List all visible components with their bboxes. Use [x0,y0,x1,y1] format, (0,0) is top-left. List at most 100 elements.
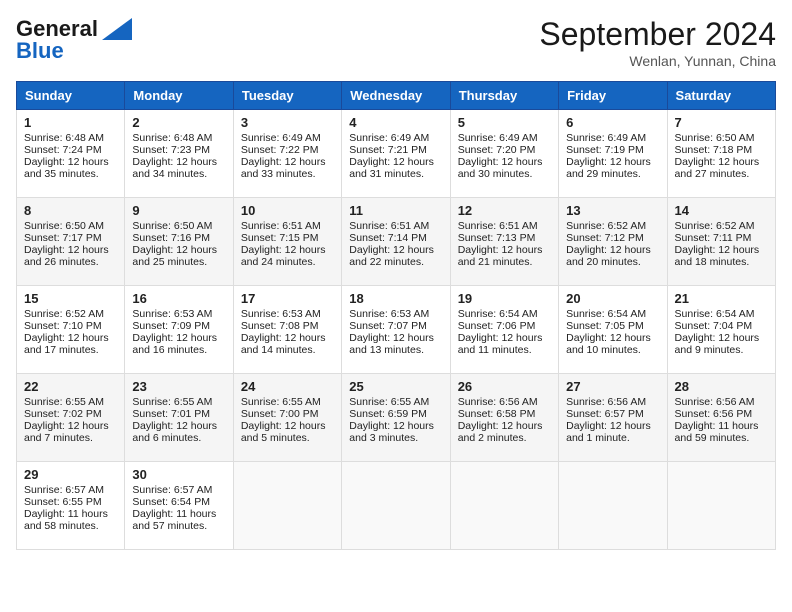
day-number: 9 [132,203,225,218]
day-info: Sunrise: 6:51 AM [241,220,334,232]
logo-icon [102,18,132,40]
day-info: Daylight: 12 hours and 20 minutes. [566,244,659,268]
day-info: Sunset: 7:01 PM [132,408,225,420]
day-info: Sunrise: 6:55 AM [132,396,225,408]
calendar-cell: 19Sunrise: 6:54 AMSunset: 7:06 PMDayligh… [450,286,558,374]
calendar-week-4: 22Sunrise: 6:55 AMSunset: 7:02 PMDayligh… [17,374,776,462]
calendar-cell: 1 Sunrise: 6:48 AMSunset: 7:24 PMDaylight… [17,110,125,198]
day-number: 25 [349,379,442,394]
page-header: General Blue September 2024 Wenlan, Yunn… [16,16,776,69]
day-number: 8 [24,203,117,218]
calendar-cell: 17Sunrise: 6:53 AMSunset: 7:08 PMDayligh… [233,286,341,374]
day-info: Sunrise: 6:53 AM [132,308,225,320]
day-info: Sunrise: 6:50 AM [132,220,225,232]
day-info: Sunrise: 6:49 AM [349,132,442,144]
day-info: Daylight: 12 hours and 17 minutes. [24,332,117,356]
calendar-week-3: 15Sunrise: 6:52 AMSunset: 7:10 PMDayligh… [17,286,776,374]
day-info: Sunrise: 6:57 AM [132,484,225,496]
day-info: Sunset: 7:15 PM [241,232,334,244]
calendar-cell: 14Sunrise: 6:52 AMSunset: 7:11 PMDayligh… [667,198,775,286]
calendar-cell: 22Sunrise: 6:55 AMSunset: 7:02 PMDayligh… [17,374,125,462]
day-number: 30 [132,467,225,482]
day-info: Daylight: 12 hours and 14 minutes. [241,332,334,356]
day-info: Sunrise: 6:56 AM [675,396,768,408]
day-info: Sunrise: 6:51 AM [458,220,551,232]
day-number: 3 [241,115,334,130]
calendar-cell: 13Sunrise: 6:52 AMSunset: 7:12 PMDayligh… [559,198,667,286]
day-info: Sunset: 7:21 PM [349,144,442,156]
location: Wenlan, Yunnan, China [539,53,776,69]
day-info: Daylight: 12 hours and 6 minutes. [132,420,225,444]
day-info: Daylight: 12 hours and 3 minutes. [349,420,442,444]
day-info: Sunrise: 6:55 AM [241,396,334,408]
calendar-cell: 12Sunrise: 6:51 AMSunset: 7:13 PMDayligh… [450,198,558,286]
calendar-cell [667,462,775,550]
day-info: Sunset: 6:56 PM [675,408,768,420]
day-info: Daylight: 12 hours and 10 minutes. [566,332,659,356]
day-info: Daylight: 11 hours and 58 minutes. [24,508,117,532]
day-info: Daylight: 12 hours and 30 minutes. [458,156,551,180]
day-info: Sunset: 7:08 PM [241,320,334,332]
calendar-cell: 21Sunrise: 6:54 AMSunset: 7:04 PMDayligh… [667,286,775,374]
day-info: Daylight: 12 hours and 22 minutes. [349,244,442,268]
calendar-cell: 15 Sunrise: 6:52 AMSunset: 7:10 PMDayligh… [17,286,125,374]
calendar-cell: 23Sunrise: 6:55 AMSunset: 7:01 PMDayligh… [125,374,233,462]
day-info: Sunset: 6:59 PM [349,408,442,420]
day-info: Daylight: 12 hours and 18 minutes. [675,244,768,268]
day-info: Daylight: 12 hours and 26 minutes. [24,244,117,268]
day-info: Sunrise: 6:52 AM [566,220,659,232]
day-info: Sunrise: 6:49 AM [566,132,659,144]
day-info: Daylight: 12 hours and 29 minutes. [566,156,659,180]
day-info: Sunrise: 6:51 AM [349,220,442,232]
day-info: Daylight: 12 hours and 31 minutes. [349,156,442,180]
day-info: Sunset: 7:02 PM [24,408,117,420]
day-info: Sunrise: 6:57 AM [24,484,117,496]
day-number: 16 [132,291,225,306]
day-number: 7 [675,115,768,130]
calendar-cell: 27Sunrise: 6:56 AMSunset: 6:57 PMDayligh… [559,374,667,462]
day-header-monday: Monday [125,82,233,110]
day-info: Sunrise: 6:52 AM [24,308,117,320]
day-info: Sunrise: 6:54 AM [458,308,551,320]
day-number: 19 [458,291,551,306]
day-info: Sunrise: 6:48 AM [24,132,117,144]
calendar-cell: 25 Sunrise: 6:55 AMSunset: 6:59 PMDayligh… [342,374,450,462]
day-number: 21 [675,291,768,306]
day-info: Sunrise: 6:55 AM [349,396,442,408]
day-number: 20 [566,291,659,306]
day-info: Sunrise: 6:50 AM [24,220,117,232]
day-number: 10 [241,203,334,218]
calendar-cell: 24Sunrise: 6:55 AMSunset: 7:00 PMDayligh… [233,374,341,462]
day-info: Sunset: 7:22 PM [241,144,334,156]
calendar-cell: 26Sunrise: 6:56 AMSunset: 6:58 PMDayligh… [450,374,558,462]
day-info: Sunrise: 6:54 AM [566,308,659,320]
day-info: Sunset: 7:04 PM [675,320,768,332]
day-info: Daylight: 12 hours and 33 minutes. [241,156,334,180]
day-info: Sunset: 7:10 PM [24,320,117,332]
day-number: 15 [24,291,117,306]
title-block: September 2024 Wenlan, Yunnan, China [539,16,776,69]
day-info: Sunset: 6:57 PM [566,408,659,420]
day-info: Daylight: 12 hours and 25 minutes. [132,244,225,268]
day-info: Sunset: 7:18 PM [675,144,768,156]
calendar-cell: 4Sunrise: 6:49 AMSunset: 7:21 PMDaylight… [342,110,450,198]
day-info: Daylight: 12 hours and 9 minutes. [675,332,768,356]
day-number: 18 [349,291,442,306]
month-title: September 2024 [539,16,776,53]
day-info: Sunrise: 6:56 AM [458,396,551,408]
day-number: 1 [24,115,117,130]
calendar-cell: 8 Sunrise: 6:50 AMSunset: 7:17 PMDaylight… [17,198,125,286]
day-number: 24 [241,379,334,394]
day-info: Sunset: 7:24 PM [24,144,117,156]
calendar-table: SundayMondayTuesdayWednesdayThursdayFrid… [16,81,776,550]
day-info: Sunset: 6:54 PM [132,496,225,508]
day-number: 27 [566,379,659,394]
day-number: 5 [458,115,551,130]
day-info: Daylight: 12 hours and 35 minutes. [24,156,117,180]
day-number: 17 [241,291,334,306]
day-info: Sunset: 7:17 PM [24,232,117,244]
day-info: Daylight: 12 hours and 21 minutes. [458,244,551,268]
calendar-week-2: 8Sunrise: 6:50 AMSunset: 7:17 PMDaylight… [17,198,776,286]
day-info: Sunset: 7:12 PM [566,232,659,244]
day-info: Sunset: 7:20 PM [458,144,551,156]
